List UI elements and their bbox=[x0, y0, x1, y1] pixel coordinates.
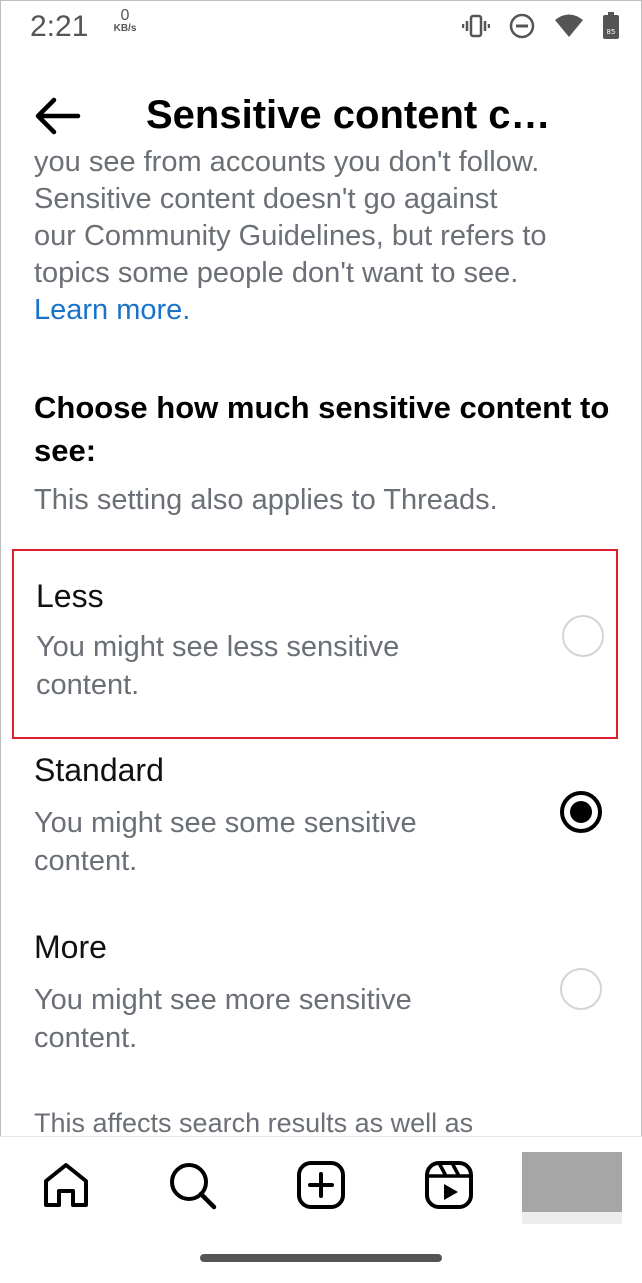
network-speed-unit: KB/s bbox=[113, 23, 137, 34]
home-icon bbox=[44, 1163, 88, 1207]
status-icons: 85 bbox=[461, 12, 620, 45]
battery-icon: 85 bbox=[602, 12, 620, 45]
do-not-disturb-icon bbox=[508, 12, 536, 45]
network-speed: 0 KB/s bbox=[108, 7, 142, 35]
radio-standard[interactable] bbox=[560, 791, 602, 833]
option-description: You might see more sensitive content. bbox=[34, 984, 412, 1054]
intro-line: topics some people don't want to see. bbox=[34, 257, 519, 289]
option-description: You might see some sensitive content. bbox=[34, 807, 417, 877]
page-title: Sensitive content c… bbox=[146, 93, 551, 137]
learn-more-link[interactable]: Learn more. bbox=[34, 292, 614, 329]
intro-text: you see from accounts you don't follow. … bbox=[34, 150, 614, 329]
back-button[interactable] bbox=[30, 94, 84, 138]
option-more[interactable]: More You might see more sensitive conten… bbox=[12, 927, 618, 1087]
settings-content[interactable]: you see from accounts you don't follow. … bbox=[0, 150, 642, 1136]
option-less[interactable]: Less You might see less sensitive conten… bbox=[12, 549, 618, 739]
app-bar: Sensitive content c… bbox=[0, 80, 642, 152]
wifi-icon bbox=[554, 13, 584, 44]
svg-text:85: 85 bbox=[607, 28, 616, 36]
profile-avatar[interactable] bbox=[522, 1152, 622, 1224]
status-bar: 2:21 0 KB/s 85 bbox=[0, 0, 642, 60]
intro-line: Sensitive content doesn't go against bbox=[34, 183, 498, 215]
radio-less[interactable] bbox=[562, 615, 604, 657]
bottom-nav bbox=[0, 1136, 642, 1283]
create-post-icon bbox=[297, 1161, 345, 1209]
option-label: Less bbox=[36, 578, 104, 614]
reels-icon bbox=[425, 1161, 473, 1209]
intro-line: our Community Guidelines, but refers to bbox=[34, 220, 547, 252]
radio-more[interactable] bbox=[560, 968, 602, 1010]
nav-home[interactable] bbox=[38, 1157, 94, 1213]
option-label: More bbox=[34, 929, 107, 965]
vibrate-icon bbox=[461, 12, 491, 45]
option-label: Standard bbox=[34, 752, 164, 788]
nav-search[interactable] bbox=[164, 1157, 220, 1213]
nav-reels[interactable] bbox=[421, 1157, 477, 1213]
back-arrow-icon bbox=[35, 97, 81, 135]
intro-line: you see from accounts you don't follow. bbox=[34, 150, 540, 178]
home-indicator[interactable] bbox=[200, 1254, 442, 1262]
network-speed-value: 0 bbox=[120, 7, 130, 24]
footer-note: This affects search results as well as bbox=[34, 1108, 474, 1136]
option-standard[interactable]: Standard You might see some sensitive co… bbox=[12, 750, 618, 910]
search-icon bbox=[170, 1163, 217, 1210]
nav-create[interactable] bbox=[293, 1157, 349, 1213]
option-description: You might see less sensitive content. bbox=[36, 631, 400, 701]
section-heading: Choose how much sensitive content to see… bbox=[34, 390, 610, 468]
status-time: 2:21 bbox=[30, 10, 89, 43]
section-note: This setting also applies to Threads. bbox=[34, 484, 498, 516]
